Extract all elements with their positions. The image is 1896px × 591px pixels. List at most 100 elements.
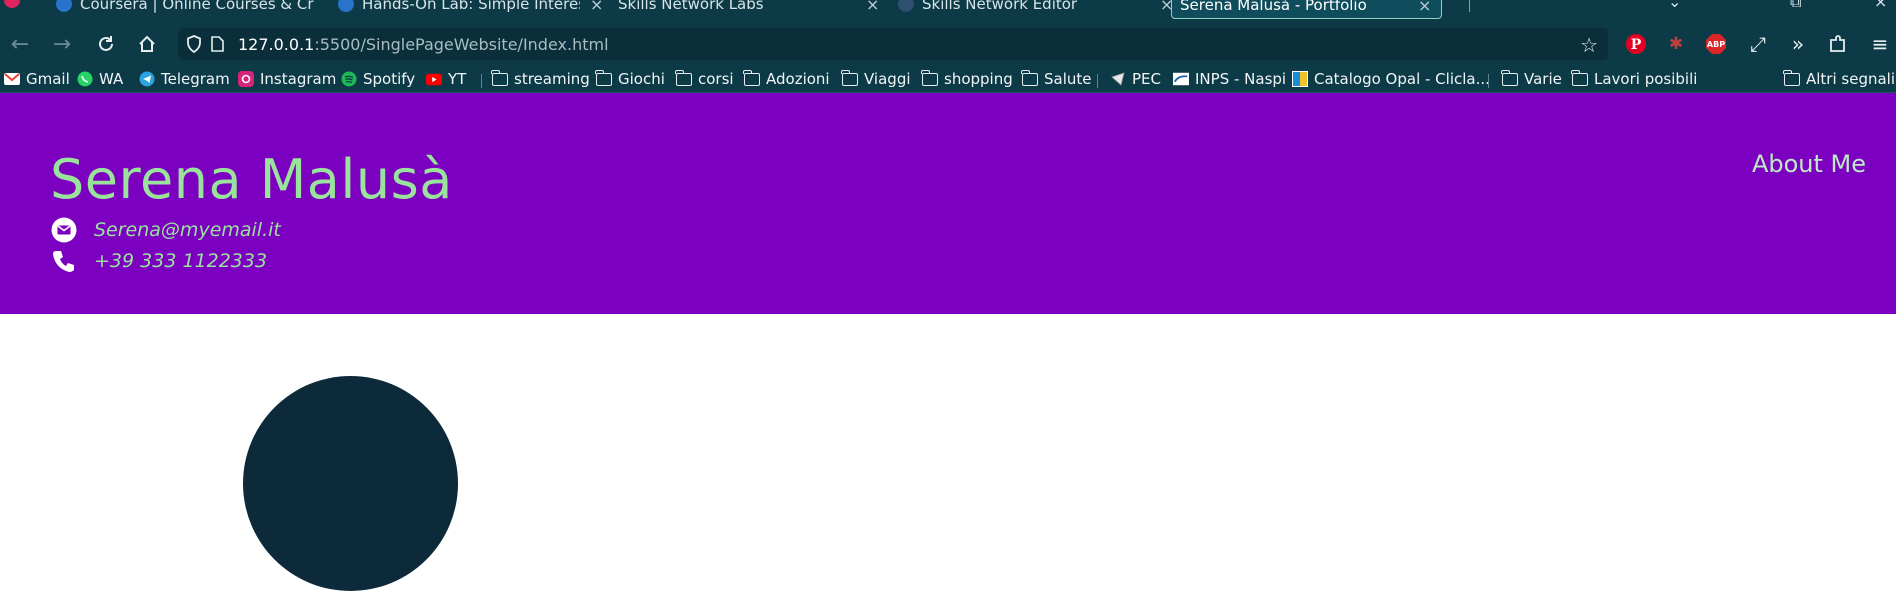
url-host: 127.0.0.1	[238, 35, 315, 54]
bookmark-inps[interactable]: INPS - Naspi	[1173, 69, 1286, 89]
adblock-label: ABP	[1706, 39, 1726, 49]
bookmark-label: shopping	[944, 70, 1013, 88]
tab-divider	[1469, 0, 1470, 12]
tab-close-icon[interactable]: ×	[590, 0, 603, 14]
pinterest-icon[interactable]: P	[1624, 32, 1648, 56]
folder-icon	[1501, 69, 1518, 87]
window-close-icon[interactable]: ×	[1874, 0, 1887, 11]
bookmark-separator	[481, 74, 482, 88]
globe-icon	[898, 0, 914, 12]
bookmark-star-icon[interactable]: ☆	[1580, 33, 1598, 57]
tab-skills-network-labs[interactable]: Skills Network Labs ×	[618, 0, 879, 17]
folder-icon	[595, 69, 612, 87]
address-bar[interactable]: 127.0.0.1:5500/SinglePageWebsite/Index.h…	[178, 28, 1608, 60]
bookmark-label: Catalogo Opal - Clicla...	[1314, 70, 1490, 88]
pec-icon	[1110, 71, 1126, 87]
spotify-icon	[341, 71, 357, 87]
folder-icon	[491, 69, 508, 87]
bookmark-folder-streaming[interactable]: streaming	[491, 69, 590, 89]
tab-list-icon[interactable]: ⌄	[1668, 0, 1681, 11]
phone-link[interactable]: +39 333 1122333	[94, 250, 267, 272]
bookmark-label: streaming	[514, 70, 590, 88]
tab-coursera[interactable]: Coursera | Online Courses & Cr	[56, 0, 320, 17]
nav-about-me-link[interactable]: About Me	[1752, 150, 1866, 178]
browser-close-icon[interactable]	[4, 0, 20, 8]
bookmark-label: YT	[448, 70, 467, 88]
bookmark-folder-varie[interactable]: Varie	[1501, 69, 1562, 89]
youtube-icon	[426, 71, 442, 87]
folder-icon	[1021, 69, 1038, 87]
bookmark-label: corsi	[698, 70, 734, 88]
tab-close-icon[interactable]: ×	[866, 0, 879, 14]
bookmark-telegram[interactable]: Telegram	[139, 69, 230, 89]
overflow-icon[interactable]: »	[1786, 32, 1810, 56]
bookmark-folder-lavori[interactable]: Lavori posibili	[1571, 69, 1697, 89]
url-text[interactable]: 127.0.0.1:5500/SinglePageWebsite/Index.h…	[238, 35, 609, 54]
email-icon	[50, 216, 78, 244]
site-title: Serena Malusà	[50, 148, 453, 211]
bookmark-label: Spotify	[363, 70, 416, 88]
bookmark-wa[interactable]: WA	[77, 69, 123, 89]
tracking-protection-icon[interactable]	[186, 35, 202, 57]
tab-close-icon[interactable]: ×	[1418, 0, 1431, 15]
bookmark-label: Viaggi	[864, 70, 911, 88]
bookmark-separator	[1488, 74, 1489, 88]
home-icon[interactable]	[135, 32, 159, 56]
browser-tab-strip: Coursera | Online Courses & Cr Hands-On …	[0, 0, 1896, 22]
bookmark-folder-viaggi[interactable]: Viaggi	[841, 69, 911, 89]
page-info-icon[interactable]	[210, 36, 224, 56]
bookmark-opal[interactable]: Catalogo Opal - Clicla...	[1292, 69, 1490, 89]
bookmark-folder-corsi[interactable]: corsi	[675, 69, 734, 89]
reload-icon[interactable]	[94, 32, 118, 56]
svg-text:P: P	[1631, 37, 1642, 53]
profile-avatar	[243, 376, 458, 591]
puzzle-icon[interactable]	[1826, 32, 1850, 56]
coursera-icon	[56, 0, 72, 12]
menu-icon[interactable]: ≡	[1868, 32, 1892, 56]
tab-label: Skills Network Labs	[618, 0, 764, 13]
bookmark-folder-shopping[interactable]: shopping	[921, 69, 1013, 89]
bookmark-label: WA	[99, 70, 124, 88]
tab-skills-network-editor[interactable]: Skills Network Editor ×	[898, 0, 1173, 17]
inps-icon	[1173, 71, 1189, 87]
contact-phone: +39 333 1122333	[50, 247, 267, 275]
bookmark-label: PEC	[1132, 70, 1161, 88]
bookmark-label: Gmail	[26, 70, 70, 88]
bookmark-gmail[interactable]: Gmail	[4, 69, 70, 89]
bookmarks-bar: Gmail WA Telegram Instagram Spotify YT s…	[0, 66, 1896, 93]
phone-icon	[50, 247, 78, 275]
back-icon[interactable]: ←	[8, 32, 32, 57]
tab-label: Hands-On Lab: Simple Interest	[362, 0, 580, 13]
tab-label: Serena Malusà - Portfolio	[1180, 0, 1367, 14]
bookmark-label: Varie	[1524, 70, 1562, 88]
folder-icon	[1571, 69, 1588, 87]
tab-label: Coursera | Online Courses & Cr	[80, 0, 314, 13]
bookmark-folder-giochi[interactable]: Giochi	[595, 69, 665, 89]
bookmark-folder-adozioni[interactable]: Adozioni	[743, 69, 830, 89]
bookmark-yt[interactable]: YT	[426, 69, 466, 89]
bookmark-pec[interactable]: PEC	[1110, 69, 1161, 89]
bookmark-folder-altri[interactable]: Altri segnalib	[1783, 69, 1896, 89]
bookmark-label: Instagram	[260, 70, 337, 88]
folder-icon	[675, 69, 692, 87]
bug-icon[interactable]: ✱	[1664, 32, 1688, 56]
tab-label: Skills Network Editor	[922, 0, 1078, 13]
folder-icon	[743, 69, 760, 87]
forward-icon[interactable]: →	[50, 32, 74, 57]
bookmark-label: INPS - Naspi	[1195, 70, 1287, 88]
email-link[interactable]: Serena@myemail.it	[94, 219, 281, 241]
coursera-icon	[338, 0, 354, 12]
bookmark-folder-salute[interactable]: Salute	[1021, 69, 1092, 89]
folder-icon	[841, 69, 858, 87]
resize-icon[interactable]: ⤢	[1746, 32, 1770, 56]
tab-portfolio-active[interactable]: Serena Malusà - Portfolio ×	[1171, 0, 1443, 19]
restore-icon[interactable]: ⧉	[1790, 0, 1801, 12]
bookmark-label: Altri segnalib	[1806, 70, 1896, 88]
bookmark-spotify[interactable]: Spotify	[341, 69, 415, 89]
adblock-icon[interactable]: ABP	[1704, 32, 1728, 56]
contact-email: Serena@myemail.it	[50, 216, 281, 244]
site-header: Serena Malusà Serena@myemail.it +39 333 …	[0, 93, 1896, 314]
bookmark-instagram[interactable]: Instagram	[238, 69, 336, 89]
tab-hands-on-lab[interactable]: Hands-On Lab: Simple Interest ×	[338, 0, 603, 17]
browser-toolbar: ← → 127.0.0.1:5500/SinglePageWebsite/Ind…	[0, 22, 1896, 66]
